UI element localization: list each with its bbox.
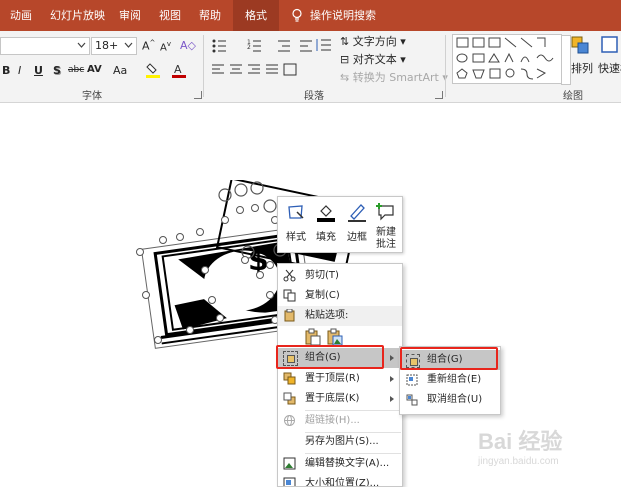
- submenu-item-regroup[interactable]: 重新组合(E): [400, 370, 500, 390]
- paste-keep-format-icon[interactable]: [305, 328, 321, 346]
- alt-text-icon: [283, 457, 296, 470]
- fill-icon: [317, 205, 335, 222]
- baidu-watermark: Bai 经验: [478, 429, 563, 454]
- highlight-icon[interactable]: [146, 62, 162, 81]
- change-case-button[interactable]: Aa: [113, 64, 127, 77]
- menu-item-copy[interactable]: 复制(C): [278, 286, 402, 306]
- ribbon-separator: [203, 35, 204, 97]
- highlight-box-group: [276, 345, 384, 369]
- svg-text:2: 2: [247, 44, 251, 51]
- size-position-icon: [283, 477, 296, 486]
- paragraph-group-label: 段落: [304, 91, 324, 102]
- lightbulb-icon: [292, 8, 302, 22]
- font-size-combo[interactable]: 18+: [91, 37, 137, 55]
- tab-view[interactable]: 视图: [159, 0, 181, 31]
- baidu-watermark-url: jingyan.baidu.com: [478, 456, 559, 467]
- alignment-buttons-row[interactable]: [210, 63, 300, 77]
- menu-item-edit-alt-text[interactable]: 编辑替换文字(A)...: [278, 454, 402, 474]
- context-menu: 剪切(T) 复制(C) 粘贴选项: 组合(G) 置于顶层(R) 置于底层(K) …: [277, 263, 403, 487]
- style-icon: [288, 205, 304, 219]
- submenu-arrow-icon: [390, 355, 394, 361]
- arrange-icon: [571, 36, 589, 54]
- menu-item-save-as-picture[interactable]: 另存为图片(S)...: [278, 432, 402, 452]
- clipboard-icon: [284, 309, 295, 322]
- shapes-gallery-icons: [456, 37, 554, 80]
- ribbon-tab-bar: 动画 幻灯片放映 审阅 视图 帮助 格式 操作说明搜索: [0, 0, 621, 31]
- line-spacing-icon[interactable]: [314, 37, 334, 53]
- submenu-item-ungroup[interactable]: 取消组合(U): [400, 390, 500, 410]
- fill-button[interactable]: 填充: [313, 200, 339, 243]
- chevron-down-icon: [124, 42, 133, 48]
- tell-me-search[interactable]: 操作说明搜索: [310, 0, 376, 31]
- font-group-label: 字体: [82, 91, 102, 102]
- svg-text:A: A: [174, 63, 182, 76]
- send-back-icon: [283, 392, 296, 405]
- underline-button[interactable]: U: [34, 64, 43, 77]
- quick-styles-button[interactable]: 快速样: [598, 60, 621, 76]
- scissors-icon: [283, 269, 296, 282]
- copy-icon: [283, 289, 296, 302]
- tab-animations[interactable]: 动画: [10, 0, 32, 31]
- globe-link-icon: [284, 415, 295, 426]
- outline-icon: [348, 204, 366, 222]
- outline-button[interactable]: 边框: [344, 200, 370, 243]
- font-dialog-launcher[interactable]: [194, 91, 202, 99]
- shrink-font-button[interactable]: Av: [160, 40, 171, 53]
- bold-button[interactable]: B: [2, 64, 10, 77]
- ribbon-separator: [445, 35, 446, 97]
- paragraph-dialog-launcher[interactable]: [435, 91, 443, 99]
- paste-picture-icon[interactable]: [327, 328, 343, 346]
- align-text-button[interactable]: ⊟ 对齐文本 ▾: [340, 51, 406, 67]
- tab-format[interactable]: 格式: [233, 0, 279, 31]
- font-color-icon[interactable]: A: [172, 62, 188, 81]
- menu-item-hyperlink[interactable]: 超链接(H)...: [278, 411, 402, 431]
- ungroup-icon: [406, 394, 418, 406]
- shapes-gallery[interactable]: [452, 34, 562, 84]
- tab-review[interactable]: 审阅: [119, 0, 141, 31]
- convert-smartart-button[interactable]: ⇆ 转换为 SmartArt ▾: [340, 69, 448, 85]
- menu-item-cut[interactable]: 剪切(T): [278, 266, 402, 286]
- submenu-arrow-icon: [390, 396, 394, 402]
- list-buttons-row[interactable]: 1 2: [210, 37, 330, 53]
- menu-item-paste-options: 粘贴选项:: [278, 306, 402, 326]
- tab-help[interactable]: 帮助: [199, 0, 221, 31]
- quick-styles-icon: [601, 36, 618, 53]
- menu-item-send-to-back[interactable]: 置于底层(K): [278, 389, 402, 409]
- menu-item-bring-to-front[interactable]: 置于顶层(R): [278, 369, 402, 389]
- regroup-icon: [406, 374, 418, 386]
- italic-button[interactable]: I: [18, 64, 21, 77]
- strikethrough-button[interactable]: abc: [68, 65, 84, 75]
- new-comment-button[interactable]: 新建 批注: [374, 200, 398, 251]
- highlight-box-submenu-group: [400, 347, 498, 370]
- font-name-combo[interactable]: [0, 37, 90, 55]
- mini-toolbar: 样式 填充 边框 新建 批注: [277, 196, 403, 253]
- chevron-down-icon: [77, 42, 86, 48]
- tab-slideshow[interactable]: 幻灯片放映: [50, 0, 105, 31]
- drawing-group-label: 绘图: [563, 91, 583, 102]
- bring-front-icon: [283, 372, 296, 385]
- grow-font-button[interactable]: A^: [142, 39, 155, 53]
- char-spacing-button[interactable]: AV: [87, 64, 102, 75]
- shadow-button[interactable]: S: [53, 64, 61, 77]
- ribbon: 18+ A^ Av A◇ B I U S abc AV Aa A 字体 1 2 …: [0, 31, 621, 103]
- clear-format-icon[interactable]: A◇: [180, 39, 196, 52]
- text-direction-button[interactable]: ⇅ 文字方向 ▾: [340, 33, 406, 49]
- menu-item-size-position[interactable]: 大小和位置(Z)...: [278, 474, 402, 486]
- arrange-button[interactable]: 排列: [571, 60, 593, 76]
- submenu-arrow-icon: [390, 376, 394, 382]
- style-button[interactable]: 样式: [283, 200, 309, 243]
- new-comment-icon: [376, 203, 394, 221]
